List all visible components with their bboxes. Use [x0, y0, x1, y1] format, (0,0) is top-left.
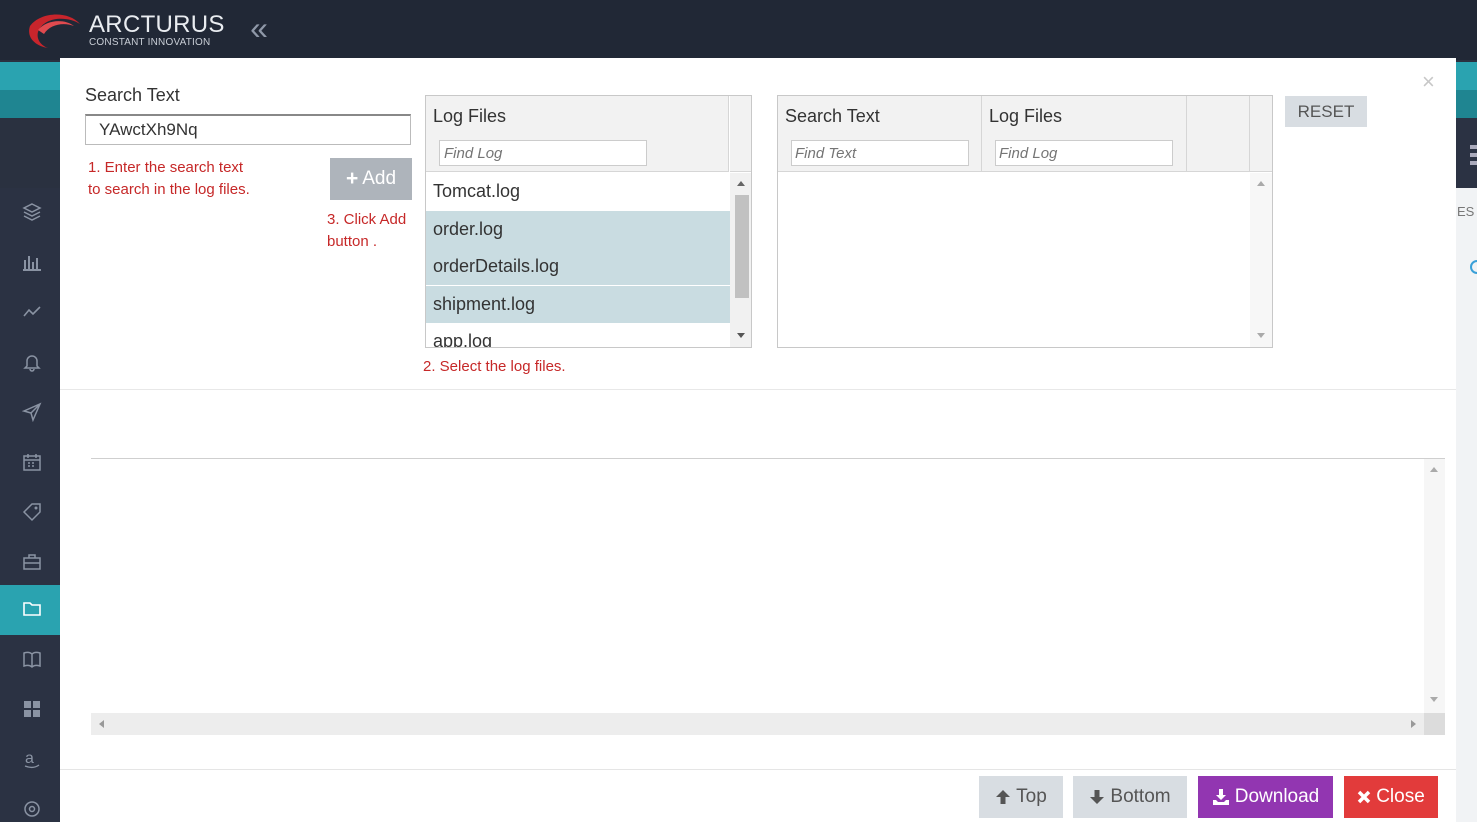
- brand-tagline: CONSTANT INNOVATION: [89, 37, 211, 48]
- find-log-filter-input[interactable]: [439, 140, 647, 166]
- scroll-down-arrow-icon[interactable]: [1430, 697, 1438, 702]
- scroll-down-arrow-icon[interactable]: [1257, 333, 1265, 338]
- top-button-label: Top: [1016, 786, 1047, 807]
- divider: [60, 389, 1456, 390]
- scroll-right-arrow-icon[interactable]: [1411, 720, 1416, 728]
- scrollbar-thumb[interactable]: [735, 195, 749, 298]
- bottom-button[interactable]: Bottom: [1073, 776, 1187, 818]
- arrow-up-icon: [996, 790, 1011, 804]
- briefcase-icon[interactable]: [0, 538, 60, 588]
- bottom-button-label: Bottom: [1110, 786, 1171, 807]
- log-files-column-header: Log Files: [982, 96, 1187, 172]
- folder-icon[interactable]: [0, 585, 60, 635]
- top-bar: ARCTURUS CONSTANT INNOVATION «: [0, 0, 1477, 60]
- bell-icon[interactable]: [0, 338, 60, 388]
- settings-icon[interactable]: [0, 785, 60, 822]
- results-horizontal-scrollbar[interactable]: [91, 713, 1424, 735]
- add-button-label: Add: [362, 168, 397, 189]
- empty-column-header: [1187, 96, 1250, 172]
- scroll-down-arrow-icon[interactable]: [737, 333, 745, 338]
- menu-icon: [1470, 145, 1477, 169]
- bar-chart-icon[interactable]: [0, 238, 60, 288]
- arcturus-logo[interactable]: ARCTURUS CONSTANT INNOVATION: [28, 8, 228, 52]
- close-button[interactable]: Close: [1344, 776, 1438, 818]
- scroll-up-arrow-icon[interactable]: [737, 181, 745, 186]
- svg-text:a: a: [25, 750, 34, 767]
- plus-icon: +: [345, 167, 359, 190]
- page-background-edge: ES: [1456, 118, 1477, 822]
- search-text-input[interactable]: [85, 114, 411, 145]
- scroll-up-arrow-icon[interactable]: [1257, 181, 1265, 186]
- hint-step-2: 2. Select the log files.: [423, 358, 566, 375]
- page-header-text: ES: [1457, 204, 1475, 219]
- close-button-label: Close: [1376, 786, 1425, 807]
- sidebar: a: [0, 188, 60, 822]
- calendar-icon[interactable]: [0, 438, 60, 488]
- scroll-left-arrow-icon[interactable]: [99, 720, 104, 728]
- times-icon: [1357, 790, 1371, 804]
- search-criteria-grid: Search Text Log Files: [777, 95, 1273, 348]
- info-icon: [1470, 260, 1477, 274]
- log-files-column-header: Log Files: [426, 96, 729, 172]
- reset-button[interactable]: RESET: [1285, 96, 1367, 127]
- grid-icon[interactable]: [0, 685, 60, 735]
- search-text-column-header: Search Text: [778, 96, 982, 172]
- log-file-row[interactable]: app.log: [426, 323, 730, 347]
- log-file-row-selected[interactable]: shipment.log: [426, 286, 730, 323]
- log-file-row-selected[interactable]: orderDetails.log: [426, 248, 730, 285]
- log-files-grid: Log Files Tomcat.log order.log orderDeta…: [425, 95, 752, 348]
- download-button-label: Download: [1234, 786, 1320, 807]
- send-icon[interactable]: [0, 388, 60, 438]
- tag-icon[interactable]: [0, 488, 60, 538]
- divider: [60, 769, 1456, 770]
- download-icon: [1212, 789, 1229, 805]
- modal-close-icon[interactable]: ×: [1422, 68, 1435, 96]
- log-files-list: Tomcat.log order.log orderDetails.log sh…: [426, 173, 730, 347]
- arrow-down-icon: [1090, 790, 1105, 804]
- top-button[interactable]: Top: [979, 776, 1063, 818]
- book-icon[interactable]: [0, 635, 60, 685]
- search-grid-scrollbar[interactable]: [1250, 173, 1272, 347]
- hint-step-3: 3. Click Add button .: [327, 211, 407, 250]
- hint-step-1: 1. Enter the search text to search in th…: [88, 159, 250, 198]
- log-search-modal: × Search Text 1. Enter the search text t…: [60, 58, 1456, 822]
- arcturus-swoosh-icon: [29, 14, 80, 48]
- scroll-up-arrow-icon[interactable]: [1430, 467, 1438, 472]
- add-button[interactable]: + Add: [330, 158, 412, 200]
- log-results-area[interactable]: [91, 458, 1445, 735]
- line-chart-icon[interactable]: [0, 288, 60, 338]
- brand-name: ARCTURUS: [89, 11, 225, 38]
- search-text-header-label: Search Text: [785, 106, 880, 126]
- log-file-row[interactable]: Tomcat.log: [426, 173, 730, 210]
- log-file-row-selected[interactable]: order.log: [426, 211, 730, 248]
- log-files-header-label: Log Files: [433, 106, 507, 126]
- amazon-icon[interactable]: a: [0, 735, 60, 785]
- layers-icon[interactable]: [0, 188, 60, 238]
- find-log-filter-input[interactable]: [995, 140, 1173, 166]
- find-text-filter-input[interactable]: [791, 140, 969, 166]
- download-button[interactable]: Download: [1198, 776, 1333, 818]
- log-files-scrollbar[interactable]: [730, 173, 751, 347]
- search-text-label: Search Text: [85, 85, 180, 105]
- double-chevron-left-icon[interactable]: «: [245, 11, 273, 45]
- results-vertical-scrollbar[interactable]: [1424, 459, 1445, 713]
- log-files-header-label: Log Files: [989, 106, 1063, 126]
